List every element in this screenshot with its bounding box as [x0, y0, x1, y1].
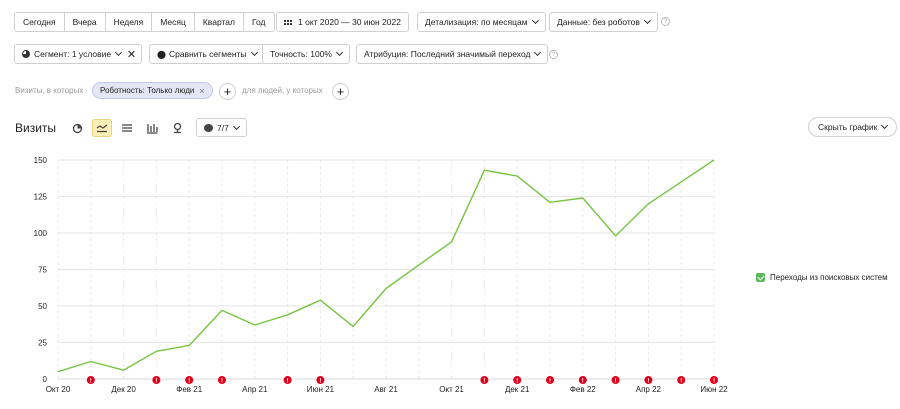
x-tick-label: Апр 21	[242, 385, 268, 394]
annotation-marker-label: !	[155, 379, 157, 385]
annotation-marker-label: !	[582, 379, 584, 385]
x-tick-label: Окт 21	[439, 385, 464, 394]
y-tick-label: 100	[34, 229, 48, 238]
x-tick-label: Фев 22	[570, 385, 596, 394]
y-tick-label: 50	[38, 302, 47, 311]
annotation-marker-label: !	[188, 379, 190, 385]
annotation-marker-label: !	[221, 379, 223, 385]
x-tick-label: Фев 21	[176, 385, 202, 394]
annotation-marker-label: !	[90, 379, 92, 385]
x-tick-label: Авг 21	[374, 385, 398, 394]
x-tick-label: Окт 20	[46, 385, 71, 394]
legend-series-label: Переходы из поисковых систем	[770, 273, 888, 282]
y-tick-label: 25	[38, 339, 47, 348]
checkbox-icon[interactable]	[756, 273, 765, 282]
chart-legend[interactable]: Переходы из поисковых систем	[756, 273, 888, 282]
annotation-marker-label: !	[680, 379, 682, 385]
visits-line-chart: 0 25 50 75 100 125 150 Окт 20 Дек 20 Фев 21 Апр 21…	[34, 156, 729, 394]
y-tick-label: 75	[38, 266, 47, 275]
y-tick-label: 125	[34, 193, 48, 202]
x-tick-label: Июн 22	[700, 385, 728, 394]
annotation-marker-label: !	[615, 379, 617, 385]
x-tick-label: Апр 22	[636, 385, 662, 394]
x-tick-label: Июн 21	[307, 385, 335, 394]
annotation-marker-label: !	[319, 379, 321, 385]
annotation-marker-label: !	[287, 379, 289, 385]
annotation-marker-label: !	[713, 379, 715, 385]
x-tick-label: Дек 20	[111, 385, 136, 394]
annotation-marker-label: !	[549, 379, 551, 385]
annotation-marker-label: !	[516, 379, 518, 385]
y-tick-label: 0	[43, 375, 48, 384]
y-tick-label: 150	[34, 156, 48, 165]
x-tick-label: Дек 21	[505, 385, 530, 394]
annotation-marker-label: !	[647, 379, 649, 385]
annotation-marker-label: !	[483, 379, 485, 385]
